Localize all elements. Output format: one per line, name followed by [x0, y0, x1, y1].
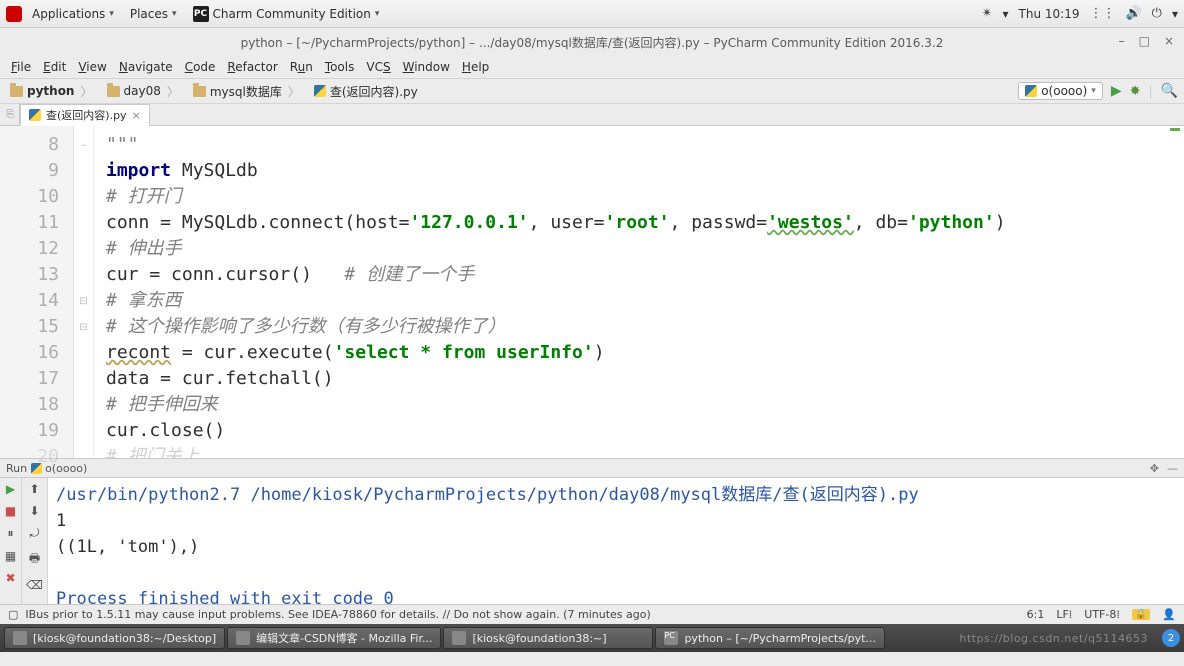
- run-button[interactable]: ▶: [1111, 83, 1122, 99]
- watermark-text: https://blog.csdn.net/q5114653: [959, 632, 1154, 645]
- power-icon[interactable]: ⏻: [1152, 6, 1162, 21]
- active-app-menu[interactable]: PCCharm Community Edition▾: [187, 3, 386, 25]
- folder-icon: [193, 86, 206, 97]
- rerun-icon[interactable]: ▶: [6, 482, 15, 496]
- print-icon[interactable]: 🖶: [29, 549, 40, 570]
- stop-icon[interactable]: ■: [5, 504, 16, 518]
- run-left-toolbar-2: ⬆ ⬇ ⤾ 🖶 ⌫: [22, 478, 48, 604]
- gnome-top-bar: Applications▾ Places▾ PCCharm Community …: [0, 0, 1184, 28]
- menu-vcs[interactable]: VCS: [361, 58, 395, 76]
- maximize-button[interactable]: □: [1139, 34, 1150, 48]
- minimize-button[interactable]: –: [1119, 34, 1125, 48]
- clear-icon[interactable]: ⌫: [26, 578, 43, 592]
- crumb-file[interactable]: 查(返回内容).py: [310, 83, 422, 100]
- project-tool-tab[interactable]: ⎘: [2, 103, 20, 125]
- readonly-lock-icon[interactable]: 🔒: [1132, 609, 1150, 620]
- folder-icon: [10, 86, 23, 97]
- menu-navigate[interactable]: Navigate: [114, 58, 178, 76]
- status-message[interactable]: IBus prior to 1.5.11 may cause input pro…: [25, 608, 650, 621]
- folder-icon: [107, 86, 120, 97]
- python-file-icon: [29, 109, 41, 121]
- crumb-day08[interactable]: day08〉: [103, 83, 185, 100]
- window-title: python – [~/PycharmProjects/python] – ..…: [241, 34, 944, 51]
- terminal-icon: [452, 631, 466, 645]
- crumb-mysql[interactable]: mysql数据库〉: [189, 83, 306, 100]
- accessibility-icon[interactable]: ✴: [982, 6, 993, 21]
- workspace-badge[interactable]: 2: [1162, 629, 1180, 647]
- hector-icon[interactable]: 👤: [1162, 608, 1176, 621]
- exit-icon[interactable]: ✖: [5, 571, 15, 585]
- os-taskbar: [kiosk@foundation38:~/Desktop] 编辑文章-CSDN…: [0, 624, 1184, 652]
- line-separator[interactable]: LF⁞: [1056, 608, 1072, 621]
- editor-tab[interactable]: 查(返回内容).py ×: [20, 104, 150, 126]
- menu-help[interactable]: Help: [457, 58, 494, 76]
- down-icon[interactable]: ⬇: [29, 504, 39, 518]
- minimize-panel-icon[interactable]: —: [1167, 462, 1178, 475]
- pause-icon[interactable]: ⏸: [7, 526, 13, 541]
- search-everywhere-button[interactable]: 🔍: [1161, 83, 1178, 99]
- wifi-icon[interactable]: ⋮⋮: [1089, 6, 1115, 21]
- volume-icon[interactable]: 🔊: [1125, 6, 1141, 21]
- menu-tools[interactable]: Tools: [320, 58, 360, 76]
- task-firefox[interactable]: 编辑文章-CSDN博客 - Mozilla Fir...: [227, 627, 441, 649]
- menu-run[interactable]: Run: [285, 58, 318, 76]
- python-file-icon: [314, 85, 326, 97]
- task-pycharm[interactable]: PCpython – [~/PycharmProjects/pyt...: [655, 627, 885, 649]
- main-menu-bar: File Edit View Navigate Code Refactor Ru…: [0, 56, 1184, 78]
- menu-window[interactable]: Window: [398, 58, 455, 76]
- layout-icon[interactable]: ▦: [5, 549, 16, 563]
- gutter-line-numbers: 891011121314151617181920: [0, 126, 74, 458]
- wrap-icon[interactable]: ⤾: [30, 526, 40, 541]
- crumb-root[interactable]: python〉: [6, 83, 99, 100]
- run-console-output[interactable]: /usr/bin/python2.7 /home/kiosk/PycharmPr…: [48, 478, 1184, 604]
- navigation-bar: python〉 day08〉 mysql数据库〉 查(返回内容).py o(oo…: [0, 78, 1184, 104]
- pycharm-icon: PC: [664, 631, 678, 645]
- menu-refactor[interactable]: Refactor: [222, 58, 282, 76]
- editor-tabs: ⎘ 查(返回内容).py ×: [0, 104, 1184, 126]
- editor-tab-label: 查(返回内容).py: [46, 107, 127, 123]
- menu-code[interactable]: Code: [180, 58, 221, 76]
- python-file-icon: [1025, 85, 1037, 97]
- firefox-icon: [236, 631, 250, 645]
- task-terminal-2[interactable]: [kiosk@foundation38:~]: [443, 627, 653, 649]
- close-button[interactable]: ×: [1164, 34, 1174, 48]
- close-tab-icon[interactable]: ×: [132, 109, 141, 122]
- code-content[interactable]: """ import MySQLdb # 打开门 conn = MySQLdb.…: [94, 126, 1184, 458]
- run-tool-header: Run o(oooo) ✥ —: [0, 458, 1184, 478]
- menu-edit[interactable]: Edit: [38, 58, 71, 76]
- task-terminal-1[interactable]: [kiosk@foundation38:~/Desktop]: [4, 627, 225, 649]
- caret-position[interactable]: 6:1: [1027, 608, 1045, 621]
- gutter-fold: –⊟⊟: [74, 126, 94, 458]
- run-config-combo[interactable]: o(oooo)▾: [1018, 82, 1103, 100]
- menu-view[interactable]: View: [73, 58, 111, 76]
- run-tool-window: ▶ ■ ⏸ ▦ ✖ ⬆ ⬇ ⤾ 🖶 ⌫ /usr/bin/python2.7 /…: [0, 478, 1184, 604]
- ide-hide-icon[interactable]: ▢: [8, 608, 18, 621]
- run-left-toolbar-1: ▶ ■ ⏸ ▦ ✖: [0, 478, 22, 604]
- activities-icon[interactable]: [6, 6, 22, 22]
- places-menu[interactable]: Places▾: [124, 4, 183, 24]
- up-icon[interactable]: ⬆: [29, 482, 39, 496]
- terminal-icon: [13, 631, 27, 645]
- code-editor[interactable]: 891011121314151617181920 –⊟⊟ """ import …: [0, 126, 1184, 458]
- file-encoding[interactable]: UTF-8⁞: [1084, 608, 1120, 621]
- clock[interactable]: Thu 10:19: [1019, 7, 1080, 21]
- debug-button[interactable]: ✸: [1130, 84, 1141, 99]
- window-titlebar: python – [~/PycharmProjects/python] – ..…: [0, 28, 1184, 56]
- error-stripe[interactable]: [1170, 128, 1182, 142]
- applications-menu[interactable]: Applications▾: [26, 4, 120, 24]
- menu-file[interactable]: File: [6, 58, 36, 76]
- settings-icon[interactable]: ✥: [1150, 462, 1159, 475]
